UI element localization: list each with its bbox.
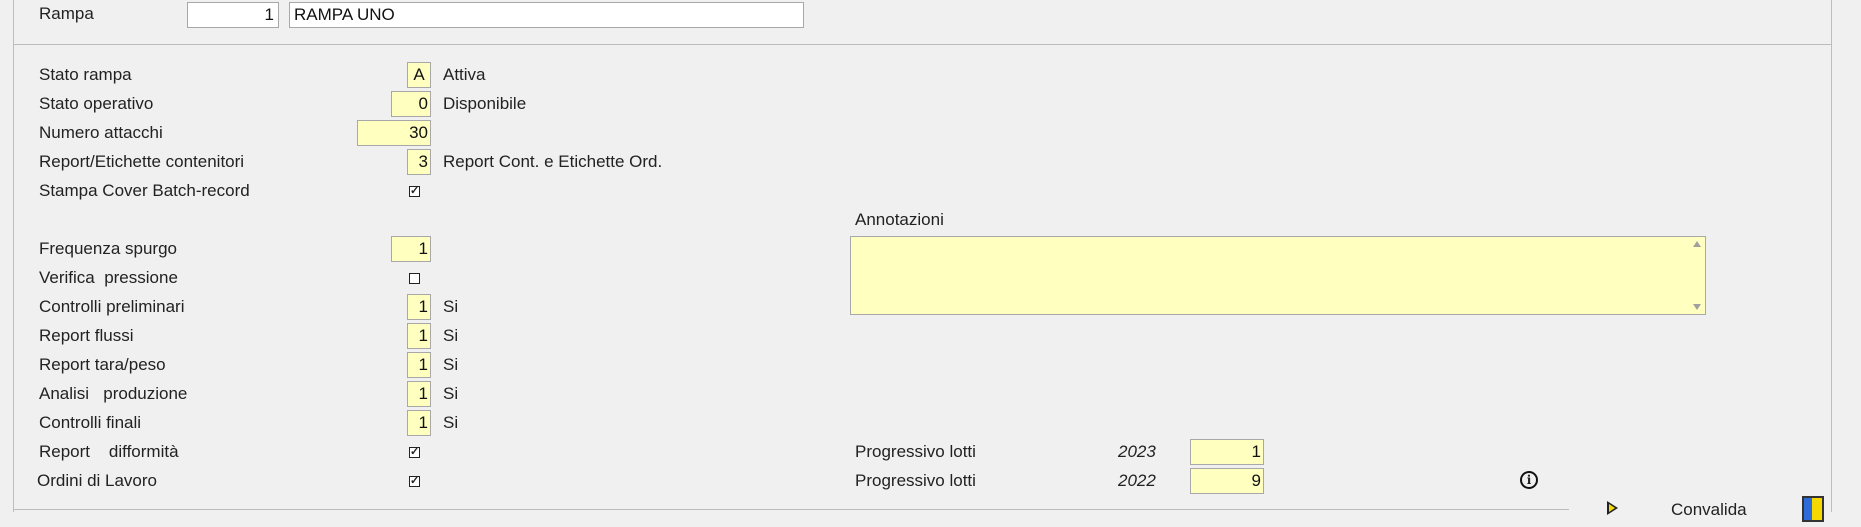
analisi-produzione-field[interactable]: 1 (407, 381, 431, 407)
stato-rampa-field[interactable]: A (407, 62, 431, 88)
controlli-preliminari-label: Controlli preliminari (39, 297, 185, 316)
controlli-preliminari-field[interactable]: 1 (407, 294, 431, 320)
report-difformita-checkbox[interactable]: ✓ (409, 447, 420, 458)
right-frame-line (1831, 0, 1832, 512)
stato-operativo-field[interactable]: 0 (391, 91, 431, 117)
annotazioni-scrollbar[interactable] (1689, 237, 1705, 314)
report-etichette-field[interactable]: 3 (407, 149, 431, 175)
verifica-pressione-label: Verifica pressione (39, 268, 178, 287)
info-icon[interactable]: i (1520, 471, 1538, 489)
report-flussi-label: Report flussi (39, 326, 134, 345)
controlli-preliminari-desc: Si (443, 297, 459, 316)
numero-attacchi-label: Numero attacchi (39, 123, 163, 142)
bottom-frame-line (13, 509, 1569, 510)
rampa-code-field[interactable]: 1 (187, 2, 279, 28)
annotazioni-label: Annotazioni (855, 210, 944, 229)
stato-rampa-label: Stato rampa (39, 65, 132, 84)
annotazioni-textarea[interactable] (850, 236, 1706, 315)
play-icon[interactable] (1607, 501, 1618, 515)
frequenza-spurgo-label: Frequenza spurgo (39, 239, 177, 258)
stampa-cover-checkbox[interactable]: ✓ (409, 186, 420, 197)
stampa-cover-label: Stampa Cover Batch-record (39, 181, 250, 200)
analisi-produzione-label: Analisi produzione (39, 384, 188, 403)
left-frame-line (13, 0, 14, 512)
convalida-label[interactable]: Convalida (1671, 500, 1747, 520)
ordini-lavoro-label: Ordini di Lavoro (37, 471, 158, 490)
stato-operativo-desc: Disponibile (443, 94, 527, 113)
rampa-name-field[interactable]: RAMPA UNO (289, 2, 804, 28)
report-tara-peso-field[interactable]: 1 (407, 352, 431, 378)
scroll-down-icon[interactable] (1693, 304, 1701, 310)
report-flussi-field[interactable]: 1 (407, 323, 431, 349)
report-etichette-desc: Report Cont. e Etichette Ord. (443, 152, 663, 171)
numero-attacchi-field[interactable]: 30 (357, 120, 431, 146)
analisi-produzione-desc: Si (443, 384, 459, 403)
report-difformita-label: Report difformità (39, 442, 179, 461)
progressivo-field-1[interactable]: 1 (1190, 439, 1264, 465)
controlli-finali-desc: Si (443, 413, 459, 432)
controlli-finali-field[interactable]: 1 (407, 410, 431, 436)
stato-rampa-desc: Attiva (443, 65, 486, 84)
scroll-up-icon[interactable] (1693, 241, 1701, 247)
report-tara-peso-label: Report tara/peso (39, 355, 166, 374)
progressivo-year-1: 2023 (1118, 442, 1156, 461)
frequenza-spurgo-field[interactable]: 1 (391, 236, 431, 262)
rampa-label: Rampa (39, 4, 94, 23)
report-tara-peso-desc: Si (443, 355, 459, 374)
header-separator (13, 44, 1832, 45)
progressivo-lotti-label-1: Progressivo lotti (855, 442, 976, 461)
verifica-pressione-checkbox[interactable] (409, 273, 420, 284)
report-etichette-label: Report/Etichette contenitori (39, 152, 245, 171)
controlli-finali-label: Controlli finali (39, 413, 142, 432)
progressivo-year-2: 2022 (1118, 471, 1156, 490)
ordini-lavoro-checkbox[interactable]: ✓ (409, 476, 420, 487)
progressivo-field-2[interactable]: 9 (1190, 468, 1264, 494)
panel-icon[interactable] (1802, 496, 1824, 522)
stato-operativo-label: Stato operativo (39, 94, 154, 113)
progressivo-lotti-label-2: Progressivo lotti (855, 471, 976, 490)
report-flussi-desc: Si (443, 326, 459, 345)
